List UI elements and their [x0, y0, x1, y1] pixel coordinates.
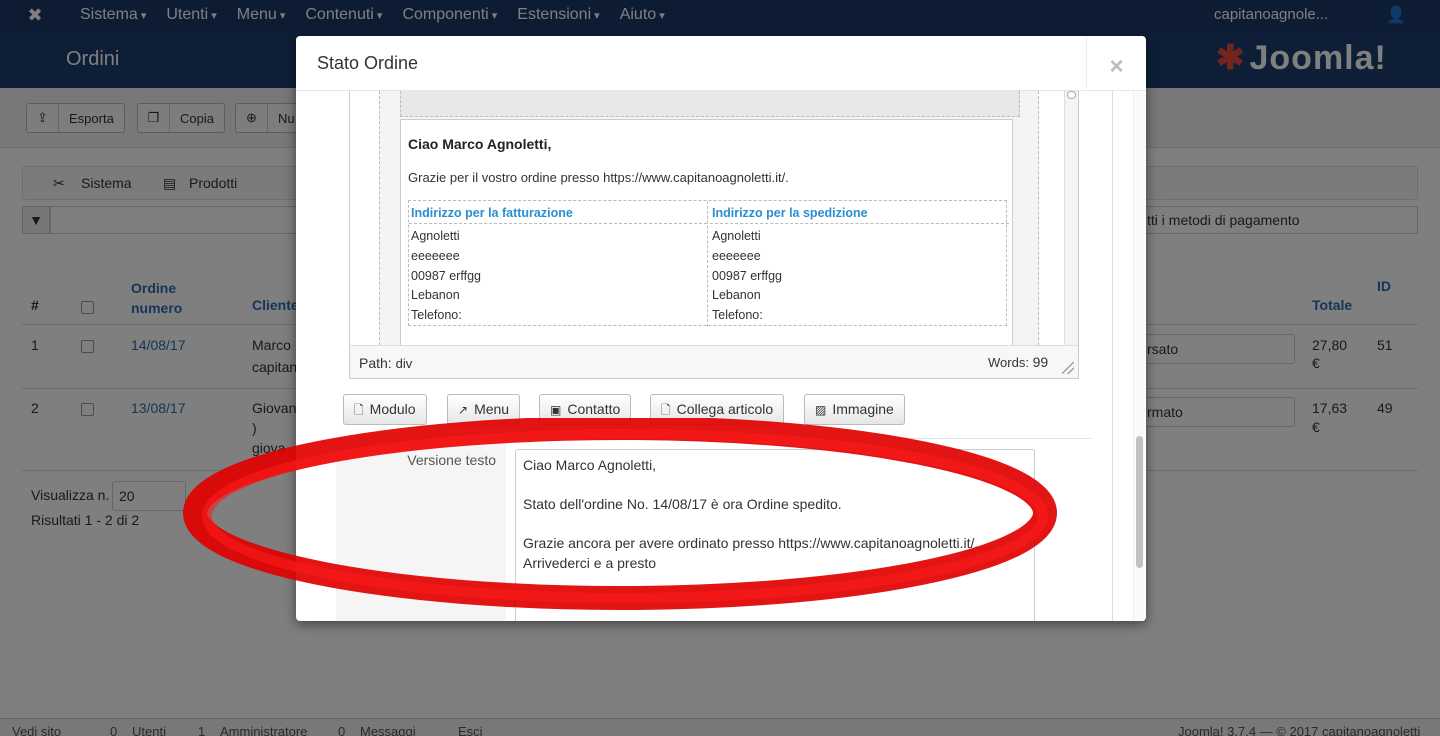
textarea-line: Ciao Marco Agnoletti,	[523, 457, 657, 473]
shipping-title: Indirizzo per la spedizione	[712, 206, 868, 220]
link-article-button[interactable]: 🗋 Collega articolo	[650, 394, 785, 425]
resize-grip-icon[interactable]	[1062, 362, 1074, 374]
close-button[interactable]: ×	[1086, 36, 1146, 91]
share-icon: ↗	[458, 403, 469, 417]
billing-line: 00987 erffgg	[411, 269, 481, 283]
shipping-address: Indirizzo per la spedizione Agnoletti ee…	[710, 201, 1009, 327]
text-version-label-cell: Versione testo	[336, 439, 506, 621]
editor-scrollbar[interactable]	[1064, 91, 1078, 345]
textarea-line: Grazie ancora per avere ordinato presso …	[523, 535, 979, 551]
email-thanks: Grazie per il vostro ordine presso https…	[408, 170, 789, 185]
modal-scrollbar[interactable]	[1133, 91, 1145, 621]
modal-body: Ciao Marco Agnoletti, Grazie per il vost…	[296, 91, 1146, 621]
rich-text-editor[interactable]: Ciao Marco Agnoletti, Grazie per il vost…	[349, 91, 1079, 379]
shipping-line: Telefono:	[712, 308, 763, 322]
shipping-line: 00987 erffgg	[712, 269, 782, 283]
divider	[710, 223, 1009, 224]
shipping-line: Lebanon	[712, 288, 761, 302]
word-count: Words: 99	[988, 354, 1049, 370]
billing-line: Agnoletti	[411, 229, 460, 243]
shipping-line: Agnoletti	[712, 229, 761, 243]
textarea-line: Arrivederci e a presto	[523, 555, 657, 571]
billing-line: eeeeeee	[411, 249, 460, 263]
scroll-thumb[interactable]	[1136, 436, 1143, 568]
file-add-icon: 🗋	[354, 403, 364, 417]
divider	[409, 223, 707, 224]
image-button[interactable]: ▨ Immagine	[804, 394, 905, 425]
editor-statusbar: Path: div Words: 99	[350, 345, 1078, 378]
editor-content-frame: Ciao Marco Agnoletti, Grazie per il vost…	[379, 91, 1039, 347]
email-body[interactable]: Ciao Marco Agnoletti, Grazie per il vost…	[400, 119, 1013, 347]
address-table: Indirizzo per la fatturazione Agnoletti …	[408, 200, 1009, 327]
picture-icon: ▨	[815, 403, 827, 417]
billing-title: Indirizzo per la fatturazione	[411, 206, 573, 220]
modal-header: Stato Ordine ×	[296, 36, 1146, 91]
divider	[1112, 91, 1113, 621]
shipping-line: eeeeeee	[712, 249, 761, 263]
billing-line: Telefono:	[411, 308, 462, 322]
modal-title: Stato Ordine	[317, 53, 419, 73]
module-button[interactable]: 🗋 Modulo	[343, 394, 427, 425]
scroll-thumb[interactable]	[1067, 91, 1076, 99]
menu-button[interactable]: ↗ Menu	[447, 394, 521, 425]
email-header-block	[400, 91, 1020, 117]
billing-line: Lebanon	[411, 288, 460, 302]
text-version-label: Versione testo	[407, 452, 496, 468]
editor-path: Path: div	[359, 355, 413, 371]
file-icon: 🗋	[661, 403, 671, 417]
contact-button[interactable]: ▣ Contatto	[539, 394, 632, 425]
order-status-modal: Stato Ordine × Ciao Marco Agnoletti, Gra…	[296, 36, 1146, 621]
billing-address: Indirizzo per la fatturazione Agnoletti …	[409, 201, 708, 327]
address-book-icon: ▣	[550, 403, 562, 417]
email-greeting: Ciao Marco Agnoletti,	[408, 136, 552, 152]
textarea-line: Stato dell'ordine No. 14/08/17 è ora Ord…	[523, 496, 842, 512]
text-version-textarea[interactable]: Ciao Marco Agnoletti, Stato dell'ordine …	[515, 449, 1035, 621]
